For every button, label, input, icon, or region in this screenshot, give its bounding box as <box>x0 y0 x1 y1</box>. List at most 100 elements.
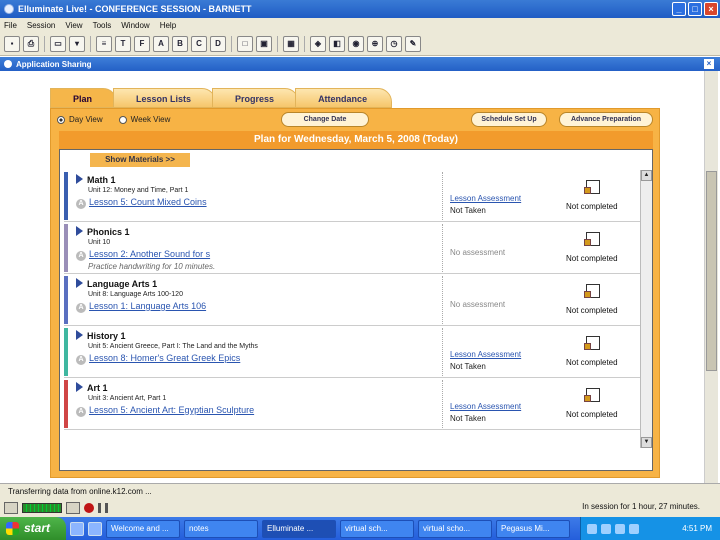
timer-icon[interactable]: ◷ <box>386 35 402 52</box>
day-view-label[interactable]: Day View <box>69 115 103 124</box>
taskbar-tasks: Welcome and ... notes Elluminate ... virtua… <box>102 519 570 538</box>
lesson-link[interactable]: A Lesson 8: Homer's Great Greek Epics <box>76 353 240 365</box>
expand-triangle-icon[interactable] <box>76 226 83 236</box>
advance-preparation-button[interactable]: Advance Preparation <box>559 112 653 127</box>
expand-triangle-icon[interactable] <box>76 174 83 184</box>
tab-plan[interactable]: Plan <box>50 88 118 108</box>
lesson-name[interactable]: Lesson 8: Homer's Great Greek Epics <box>89 353 240 363</box>
subject-title[interactable]: Phonics 1 <box>76 226 130 237</box>
lesson-name[interactable]: Lesson 1: Language Arts 106 <box>89 301 206 311</box>
taskbar-task-button[interactable]: virtual scho... <box>418 519 492 538</box>
lesson-list-scrollbar[interactable]: ▲ ▼ <box>640 170 652 448</box>
change-date-button[interactable]: Change Date <box>281 112 369 127</box>
week-view-label[interactable]: Week View <box>131 115 171 124</box>
row-divider <box>442 276 443 324</box>
expand-triangle-icon[interactable] <box>76 278 83 288</box>
whiteboard-icon[interactable]: □ <box>237 35 253 52</box>
display-dropdown-icon[interactable]: ▾ <box>69 35 85 52</box>
plan-panel: Day View Week View Change Date Schedule … <box>50 108 660 478</box>
quiz-icon[interactable]: ✎ <box>405 35 421 52</box>
id-icon[interactable]: D <box>210 35 226 52</box>
subject-title[interactable]: History 1 <box>76 330 126 341</box>
list-icon[interactable]: ≡ <box>96 35 112 52</box>
schedule-setup-button[interactable]: Schedule Set Up <box>471 112 547 127</box>
taskbar-task-button[interactable]: Welcome and ... <box>106 519 180 538</box>
start-button[interactable]: start <box>0 517 66 540</box>
assessment-link[interactable]: No assessment <box>450 300 505 309</box>
menu-session[interactable]: Session <box>27 21 55 30</box>
lesson-link[interactable]: A Lesson 5: Count Mixed Coins <box>76 197 207 209</box>
lesson-link[interactable]: A Lesson 2: Another Sound for s <box>76 249 210 261</box>
tab-attendance[interactable]: Attendance <box>295 88 393 108</box>
lesson-name[interactable]: Lesson 5: Ancient Art: Egyptian Sculptur… <box>89 405 254 415</box>
assessment-link[interactable]: Lesson Assessment <box>450 402 521 411</box>
sharing-scrollbar[interactable] <box>704 71 718 483</box>
assessment-link[interactable]: Lesson Assessment <box>450 350 521 359</box>
display-icon[interactable]: ▭ <box>50 35 66 52</box>
caption-icon[interactable]: C <box>191 35 207 52</box>
pause-icon[interactable] <box>98 503 108 513</box>
day-view-radio[interactable] <box>57 115 65 124</box>
quick-launch-icon[interactable] <box>70 521 84 536</box>
subject-title[interactable]: Math 1 <box>76 174 116 185</box>
expand-triangle-icon[interactable] <box>76 382 83 392</box>
save-icon[interactable]: ▪ <box>4 35 20 52</box>
menu-window[interactable]: Window <box>121 21 149 30</box>
scroll-up-icon[interactable]: ▲ <box>641 170 652 181</box>
fill-icon[interactable]: A <box>153 35 169 52</box>
minimize-button[interactable]: _ <box>672 2 686 16</box>
windows-taskbar: start Welcome and ... notes Elluminate ...… <box>0 517 720 540</box>
lesson-link[interactable]: A Lesson 1: Language Arts 106 <box>76 301 206 313</box>
expand-triangle-icon[interactable] <box>76 330 83 340</box>
taskbar-task-button[interactable]: notes <box>184 519 258 538</box>
scrollbar-thumb[interactable] <box>706 171 717 371</box>
tab-lesson-lists[interactable]: Lesson Lists <box>113 88 217 108</box>
text-icon[interactable]: T <box>115 35 131 52</box>
map-icon[interactable]: ◈ <box>310 35 326 52</box>
text-box-icon[interactable]: B <box>172 35 188 52</box>
lesson-row: Art 1 Unit 3: Ancient Art, Part 1 A Lesso… <box>64 378 640 430</box>
globe-icon[interactable]: ⊕ <box>367 35 383 52</box>
menu-view[interactable]: View <box>65 21 82 30</box>
show-materials-button[interactable]: Show Materials >> <box>90 153 190 167</box>
completion-checkbox[interactable] <box>584 180 600 194</box>
scroll-down-icon[interactable]: ▼ <box>641 437 652 448</box>
lesson-name[interactable]: Lesson 5: Count Mixed Coins <box>89 197 207 207</box>
assessment-link[interactable]: Lesson Assessment <box>450 194 521 203</box>
tray-icon[interactable] <box>587 523 597 534</box>
taskbar-task-button[interactable]: Pegasus Mi... <box>496 519 570 538</box>
close-button[interactable]: × <box>704 2 718 16</box>
row-divider <box>442 172 443 220</box>
maximize-button[interactable]: □ <box>688 2 702 16</box>
taskbar-task-button[interactable]: virtual sch... <box>340 519 414 538</box>
tray-icon[interactable] <box>629 523 639 534</box>
completion-checkbox[interactable] <box>584 388 600 402</box>
subject-title[interactable]: Art 1 <box>76 382 108 393</box>
completion-status: Not completed <box>566 202 618 211</box>
keyboard-icon[interactable] <box>66 502 80 514</box>
tab-progress[interactable]: Progress <box>212 88 300 108</box>
record-icon[interactable] <box>84 503 94 513</box>
completion-checkbox[interactable] <box>584 284 600 298</box>
menu-file[interactable]: File <box>4 21 17 30</box>
quick-launch-icon[interactable] <box>88 521 102 536</box>
app-share-icon[interactable]: ◧ <box>329 35 345 52</box>
assessment-link[interactable]: No assessment <box>450 248 505 257</box>
screen-icon[interactable]: ▣ <box>256 35 272 52</box>
menu-help[interactable]: Help <box>160 21 176 30</box>
completion-checkbox[interactable] <box>584 336 600 350</box>
menu-tools[interactable]: Tools <box>93 21 112 30</box>
completion-checkbox[interactable] <box>584 232 600 246</box>
subject-title[interactable]: Language Arts 1 <box>76 278 157 289</box>
tray-icon[interactable] <box>615 523 625 534</box>
camera-icon[interactable]: ◉ <box>348 35 364 52</box>
print-icon[interactable]: ⎙ <box>23 35 39 52</box>
grid-icon[interactable]: ▦ <box>283 35 299 52</box>
tray-icon[interactable] <box>601 523 611 534</box>
close-icon[interactable]: × <box>704 59 714 69</box>
lesson-link[interactable]: A Lesson 5: Ancient Art: Egyptian Sculptu… <box>76 405 254 417</box>
taskbar-task-button[interactable]: Elluminate ... <box>262 519 336 538</box>
week-view-radio[interactable] <box>118 115 127 124</box>
font-icon[interactable]: F <box>134 35 150 52</box>
lesson-name[interactable]: Lesson 2: Another Sound for s <box>89 249 210 259</box>
